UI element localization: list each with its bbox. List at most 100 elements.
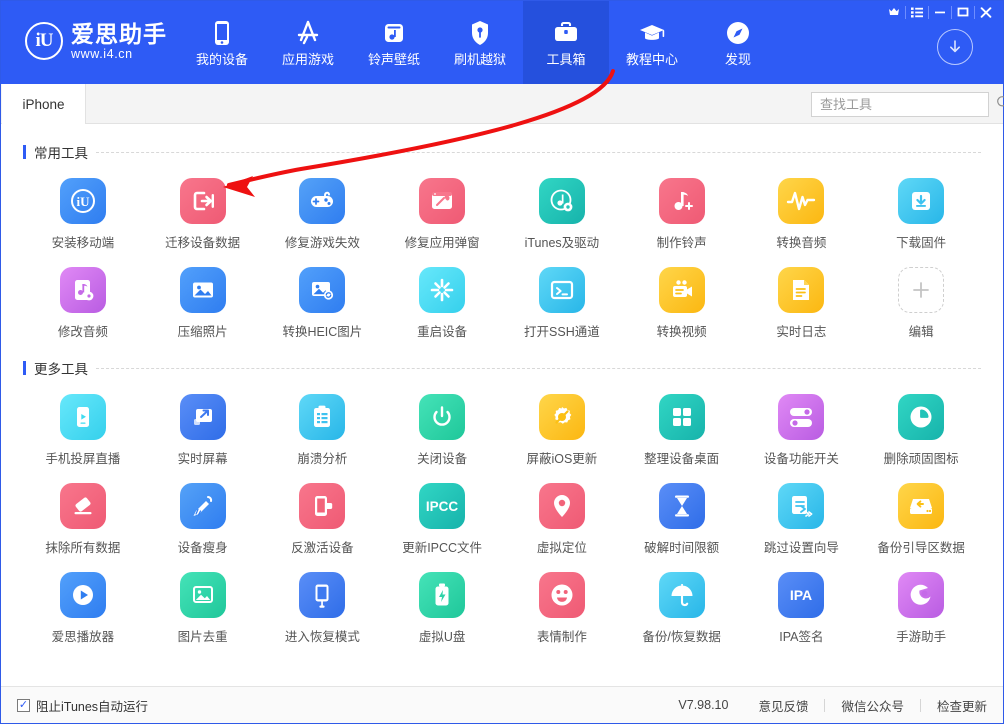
nav-label: 工具箱 — [546, 51, 586, 67]
broom-icon — [179, 483, 226, 529]
more-tools-grid: 手机投屏直播 实时屏幕 崩溃分析 关闭设备 屏蔽iOS更新 整理设备桌面 设备功… — [23, 378, 981, 645]
tool-photo-dedupe[interactable]: 图片去重 — [143, 556, 263, 645]
smiley-icon — [538, 572, 585, 618]
tool-realtime-log[interactable]: 实时日志 — [742, 251, 862, 340]
tool-modify-audio[interactable]: 修改音频 — [23, 251, 143, 340]
tool-convert-audio[interactable]: 转换音频 — [742, 162, 862, 251]
tool-deactivate-device[interactable]: 反激活设备 — [263, 467, 383, 556]
tool-ipa-signature[interactable]: IPA IPA签名 — [742, 556, 862, 645]
tool-label: 制作铃声 — [656, 236, 707, 250]
tool-update-ipcc-file[interactable]: IPCC 更新IPCC文件 — [382, 467, 502, 556]
itunes-gear-icon — [538, 178, 585, 224]
tool-emoji-maker[interactable]: 表情制作 — [502, 556, 622, 645]
tool-fix-game-failure[interactable]: 修复游戏失效 — [263, 162, 383, 251]
tool-device-feature-switch[interactable]: 设备功能开关 — [742, 378, 862, 467]
tool-label: 反激活设备 — [291, 541, 354, 555]
tool-enter-recovery-mode[interactable]: 进入恢复模式 — [263, 556, 383, 645]
tool-mobile-game-assistant[interactable]: 手游助手 — [861, 556, 981, 645]
tool-label: 关闭设备 — [417, 452, 468, 466]
nav-item-tutorial-center[interactable]: 教程中心 — [609, 1, 695, 84]
nav-item-apps-games[interactable]: 应用游戏 — [265, 1, 351, 84]
vip-crown-icon[interactable] — [883, 2, 905, 22]
gamepad-icon — [299, 178, 346, 224]
tool-label: 实时日志 — [776, 325, 827, 339]
tool-i4-player[interactable]: 爱思播放器 — [23, 556, 143, 645]
tool-crack-time-limit[interactable]: 破解时间限额 — [622, 467, 742, 556]
tool-label: 图片去重 — [177, 630, 228, 644]
tool-edit[interactable]: 编辑 — [861, 251, 981, 340]
tool-convert-video[interactable]: 转换视频 — [622, 251, 742, 340]
tool-remove-stuck-icons[interactable]: 删除顽固图标 — [861, 378, 981, 467]
tool-restart-device[interactable]: 重启设备 — [382, 251, 502, 340]
tool-crash-analysis[interactable]: 崩溃分析 — [263, 378, 383, 467]
tool-label: 下载固件 — [896, 236, 947, 250]
tool-compress-photo[interactable]: 压缩照片 — [143, 251, 263, 340]
tool-fix-app-popup[interactable]: 修复应用弹窗 — [382, 162, 502, 251]
nav-item-toolbox[interactable]: 工具箱 — [523, 1, 609, 84]
nav-item-ringtones-wallpapers[interactable]: 铃声壁纸 — [351, 1, 437, 84]
tool-migrate-device-data[interactable]: 迁移设备数据 — [143, 162, 263, 251]
tool-backup-restore-data[interactable]: 备份/恢复数据 — [622, 556, 742, 645]
tool-itunes-driver[interactable]: iTunes及驱动 — [502, 162, 622, 251]
hourglass-icon — [658, 483, 705, 529]
minimize-icon[interactable] — [929, 2, 951, 22]
game-swirl-icon — [898, 572, 945, 618]
tool-download-firmware[interactable]: 下载固件 — [861, 162, 981, 251]
nav-label: 教程中心 — [625, 51, 678, 67]
close-icon[interactable] — [975, 2, 997, 22]
tool-block-ios-update[interactable]: 屏蔽iOS更新 — [502, 378, 622, 467]
tool-shutdown-device[interactable]: 关闭设备 — [382, 378, 502, 467]
section-header-common-tools: 常用工具 — [23, 142, 1003, 162]
tool-install-mobile[interactable]: iU 安装移动端 — [23, 162, 143, 251]
svg-text:IPCC: IPCC — [426, 499, 459, 514]
tool-label: IPA签名 — [779, 630, 824, 644]
tool-skip-setup-wizard[interactable]: 跳过设置向导 — [742, 467, 862, 556]
footer-link-check-update[interactable]: 检查更新 — [921, 696, 987, 715]
tab-label: iPhone — [22, 96, 65, 112]
waveform-icon — [778, 178, 825, 224]
maximize-icon[interactable] — [952, 2, 974, 22]
search-input[interactable] — [820, 97, 996, 112]
nav-item-my-device[interactable]: 我的设备 — [179, 1, 265, 84]
grid-squares-icon — [658, 394, 705, 440]
phone-cable-icon — [299, 572, 346, 618]
plus-icon — [898, 267, 945, 313]
search-box[interactable] — [811, 92, 1004, 117]
tool-label: 屏蔽iOS更新 — [526, 452, 598, 466]
tool-erase-all-data[interactable]: 抹除所有数据 — [23, 467, 143, 556]
tool-phone-screen-cast[interactable]: 手机投屏直播 — [23, 378, 143, 467]
tool-virtual-location[interactable]: 虚拟定位 — [502, 467, 622, 556]
tool-convert-heic[interactable]: 转换HEIC图片 — [263, 251, 383, 340]
tool-label: 编辑 — [908, 325, 934, 339]
download-arrow-icon[interactable] — [937, 29, 973, 65]
tool-open-ssh-channel[interactable]: 打开SSH通道 — [502, 251, 622, 340]
shield-key-icon — [469, 18, 491, 48]
clipboard-list-icon — [299, 394, 346, 440]
section-header-more-tools: 更多工具 — [23, 358, 1003, 378]
tool-label: 手游助手 — [896, 630, 947, 644]
menu-list-icon[interactable] — [906, 2, 928, 22]
footer-link-feedback[interactable]: 意见反馈 — [742, 696, 824, 715]
tool-backup-boot-data[interactable]: 备份引导区数据 — [861, 467, 981, 556]
clock-icon — [898, 394, 945, 440]
footer-link-wechat[interactable]: 微信公众号 — [825, 696, 920, 715]
tool-label: 跳过设置向导 — [763, 541, 839, 555]
search-icon[interactable] — [996, 95, 1004, 115]
nav-item-discover[interactable]: 发现 — [695, 1, 781, 84]
tool-realtime-screen[interactable]: 实时屏幕 — [143, 378, 263, 467]
nav-item-flash-jailbreak[interactable]: 刷机越狱 — [437, 1, 523, 84]
tool-label: 整理设备桌面 — [644, 452, 720, 466]
block-itunes-checkbox[interactable]: ✓ 阻止iTunes自动运行 — [17, 696, 148, 715]
tab-iphone[interactable]: iPhone — [2, 84, 86, 124]
window-wrench-icon — [419, 178, 466, 224]
tool-device-slimming[interactable]: 设备瘦身 — [143, 467, 263, 556]
tool-organize-home-screen[interactable]: 整理设备桌面 — [622, 378, 742, 467]
tool-virtual-usb-drive[interactable]: 虚拟U盘 — [382, 556, 502, 645]
checkbox-box[interactable]: ✓ — [17, 698, 30, 712]
tool-label: 抹除所有数据 — [45, 541, 121, 555]
section-title: 更多工具 — [34, 362, 88, 377]
tool-make-ringtone[interactable]: 制作铃声 — [622, 162, 742, 251]
tool-label: 打开SSH通道 — [524, 325, 600, 339]
gear-block-icon — [538, 394, 585, 440]
graduation-cap-icon — [637, 18, 667, 48]
